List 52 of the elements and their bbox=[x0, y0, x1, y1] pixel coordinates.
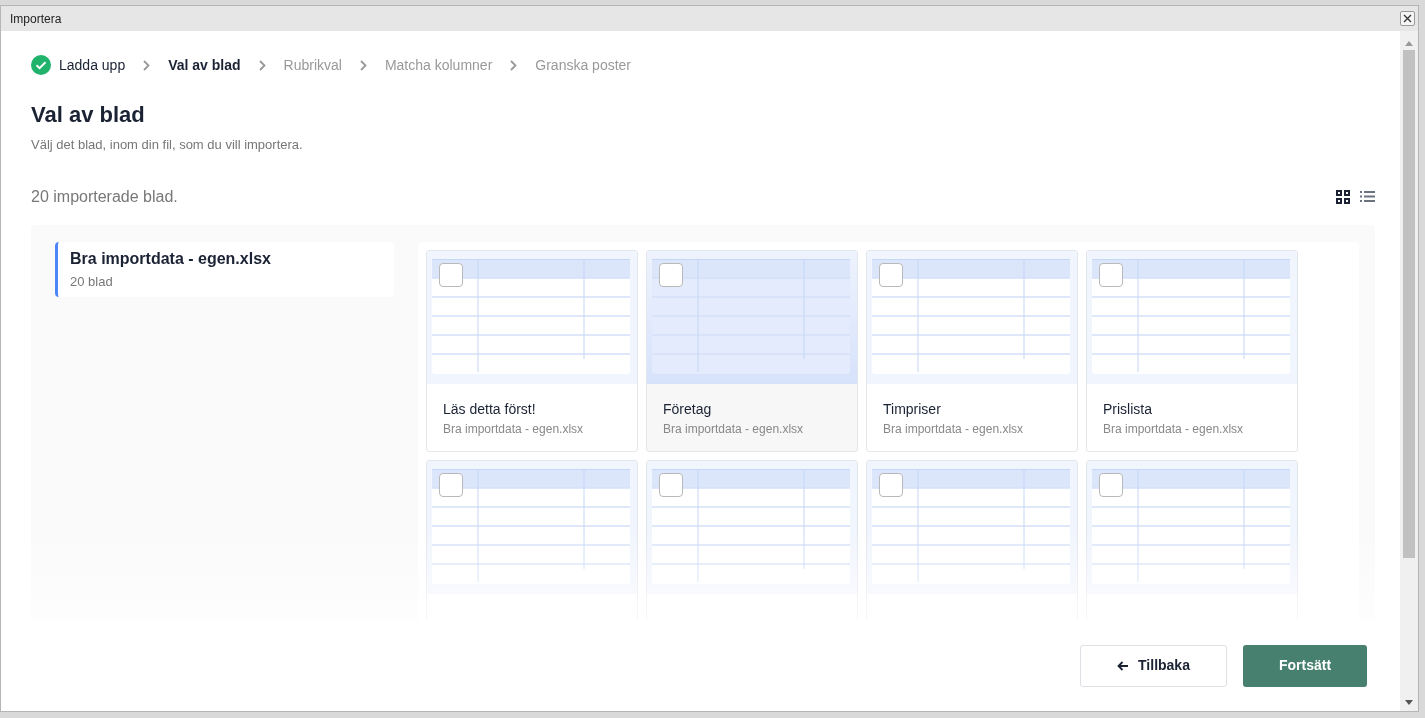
checkbox[interactable] bbox=[879, 472, 903, 497]
file-meta: 20 blad bbox=[70, 272, 114, 291]
sheet-name: Timpriser bbox=[883, 399, 942, 418]
checkbox[interactable] bbox=[439, 472, 463, 497]
sheet-name: Läs detta först! bbox=[443, 399, 537, 418]
close-icon bbox=[1403, 14, 1412, 23]
sheet-card[interactable] bbox=[426, 459, 638, 620]
sheet-name: Prislista bbox=[1103, 399, 1153, 418]
sheet-card[interactable] bbox=[646, 459, 858, 620]
sheet-file: Bra importdata - egen.xlsx bbox=[883, 420, 1025, 438]
checkbox[interactable] bbox=[659, 472, 683, 497]
grid-icon bbox=[1336, 189, 1350, 204]
page-heading: Val av blad bbox=[31, 101, 146, 129]
list-view-button[interactable] bbox=[1359, 188, 1375, 205]
sheet-card[interactable]: Företag Bra importdata - egen.xlsx bbox=[646, 249, 858, 452]
grid-view-button[interactable] bbox=[1335, 188, 1351, 205]
sheet-card[interactable]: Läs detta först! Bra importdata - egen.xlsx bbox=[426, 249, 638, 452]
checkbox[interactable] bbox=[1099, 262, 1123, 287]
arrow-left-icon bbox=[1117, 660, 1130, 671]
sheet-file: Bra importdata - egen.xlsx bbox=[663, 420, 805, 438]
list-icon bbox=[1359, 191, 1375, 202]
step-label: Matcha kolumner bbox=[384, 55, 493, 75]
sheet-file: Bra importdata - egen.xlsx bbox=[1103, 420, 1245, 438]
sheet-card[interactable]: Prislista Bra importdata - egen.xlsx bbox=[1086, 249, 1298, 452]
file-name: Bra importdata - egen.xlsx bbox=[70, 248, 272, 269]
sheet-card[interactable] bbox=[1086, 459, 1298, 620]
step-label: Rubrikval bbox=[283, 55, 342, 75]
chevron-icon bbox=[258, 59, 266, 71]
scroll-up-icon[interactable] bbox=[1405, 41, 1413, 46]
chevron-icon bbox=[359, 59, 367, 71]
step-label: Granska poster bbox=[535, 55, 632, 75]
checkbox[interactable] bbox=[879, 262, 903, 287]
sheet-card[interactable] bbox=[866, 459, 1078, 620]
scrollbar[interactable] bbox=[1400, 31, 1418, 711]
step-label: Val av blad bbox=[168, 55, 241, 75]
close-button[interactable] bbox=[1400, 11, 1415, 26]
window-title: Importera bbox=[10, 10, 62, 28]
checkbox[interactable] bbox=[659, 262, 683, 287]
sheet-count: 20 importerade blad. bbox=[31, 186, 178, 207]
sheet-card[interactable]: Timpriser Bra importdata - egen.xlsx bbox=[866, 249, 1078, 452]
chevron-icon bbox=[143, 59, 151, 71]
sheet-file: Bra importdata - egen.xlsx bbox=[443, 420, 585, 438]
step-label: Ladda upp bbox=[59, 55, 126, 75]
checkbox[interactable] bbox=[1099, 472, 1123, 497]
chevron-icon bbox=[510, 59, 518, 71]
scroll-down-icon[interactable] bbox=[1405, 700, 1413, 705]
checkbox[interactable] bbox=[439, 262, 463, 287]
sheet-name: Företag bbox=[663, 399, 713, 418]
continue-button[interactable]: Fortsätt bbox=[1243, 644, 1367, 687]
page-subtitle: Välj det blad, inom din fil, som du vill importera. bbox=[31, 136, 304, 154]
file-item[interactable]: Bra importdata - egen.xlsx 20 blad bbox=[55, 241, 394, 297]
back-button[interactable]: Tillbaka bbox=[1080, 644, 1227, 687]
